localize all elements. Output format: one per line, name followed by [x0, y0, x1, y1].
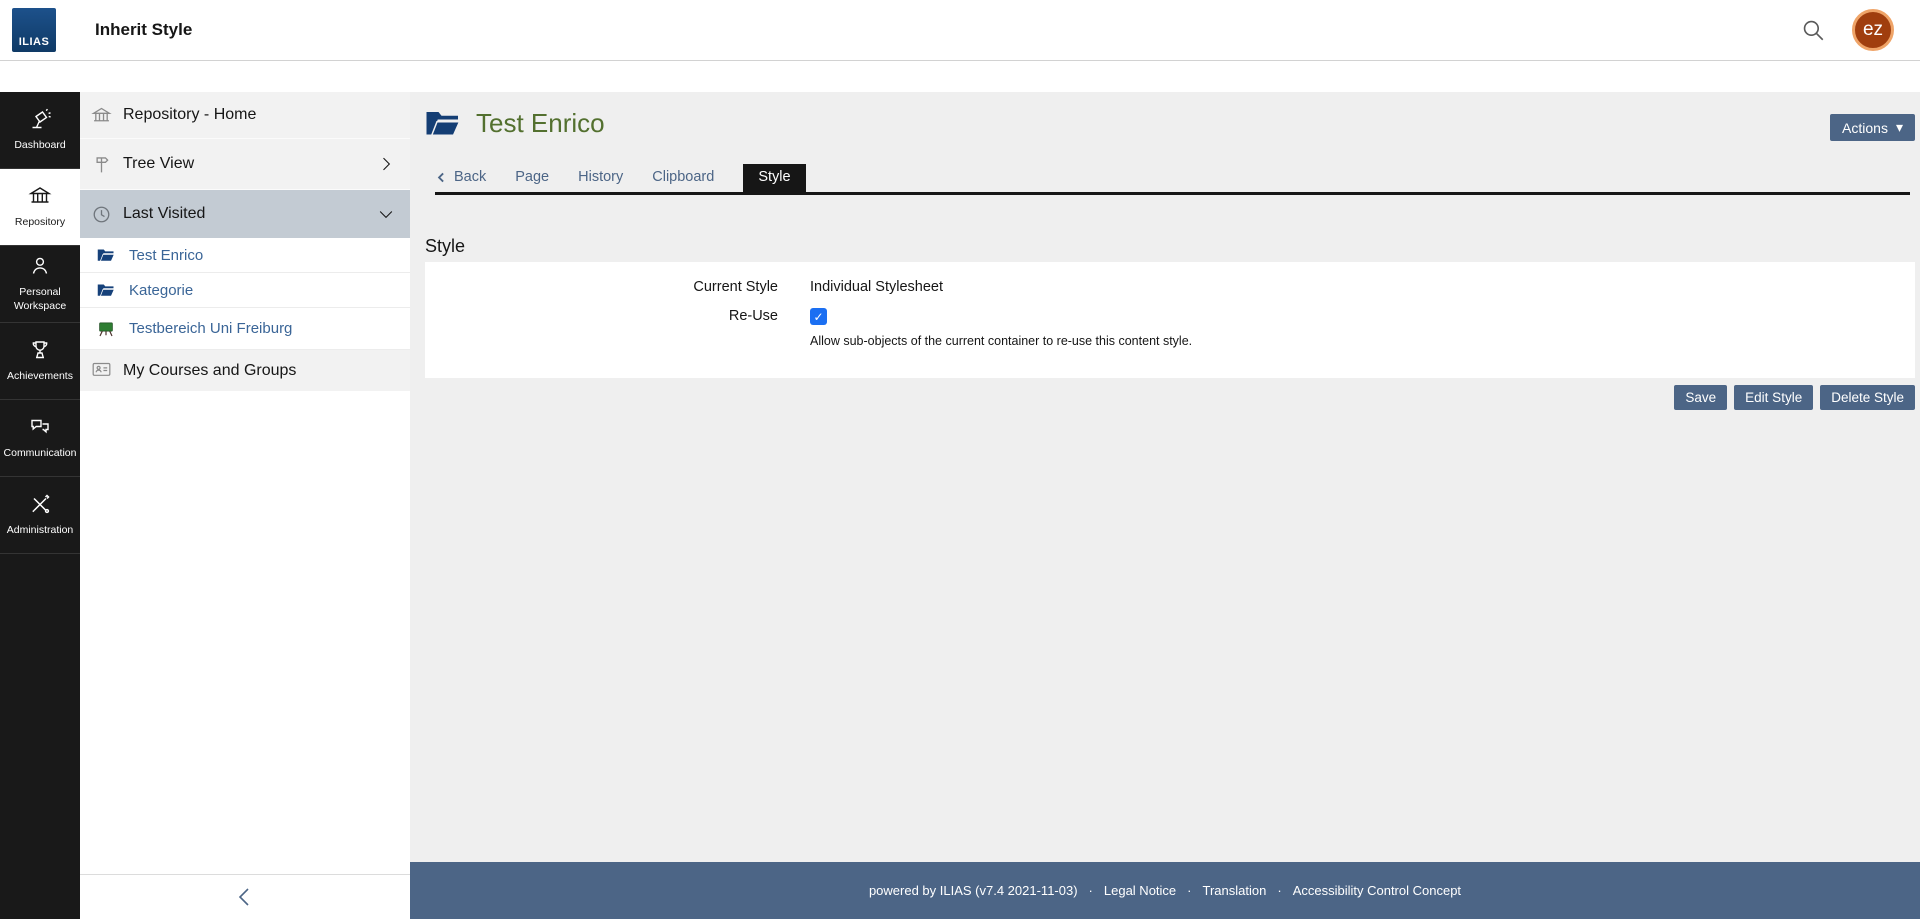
tab-style-active[interactable]: Style	[743, 164, 805, 192]
list-item-label: Test Enrico	[129, 247, 203, 264]
rail-item-dashboard[interactable]: Dashboard	[0, 92, 80, 169]
rail-label: Communication	[4, 447, 77, 461]
footer-separator: ·	[1277, 883, 1281, 898]
save-button[interactable]: Save	[1674, 385, 1727, 410]
sidebar-item-label: Last Visited	[123, 205, 205, 223]
rail-item-repository[interactable]: Repository	[0, 169, 80, 246]
crossed-tools-icon	[28, 492, 52, 516]
list-item-label: Testbereich Uni Freiburg	[129, 320, 292, 337]
repository-sidebar: Repository - Home Tree View Last Visi	[80, 92, 410, 919]
folder-icon	[425, 109, 461, 139]
tab-history[interactable]: History	[578, 165, 623, 192]
chevron-left-icon	[435, 171, 448, 184]
section-title: Style	[425, 236, 1920, 257]
footer-link-translation[interactable]: Translation	[1203, 883, 1267, 898]
object-header: Test Enrico Actions ▾ Back Page History	[410, 92, 1920, 195]
reuse-checkbox[interactable]: ✓	[810, 308, 827, 325]
field-label: Current Style	[425, 279, 810, 295]
reuse-description: Allow sub-objects of the current contain…	[810, 334, 1192, 348]
chevron-left-icon	[233, 885, 257, 909]
sidebar-item-tree-view[interactable]: Tree View	[80, 139, 410, 190]
edit-style-button[interactable]: Edit Style	[1734, 385, 1813, 410]
dashboard-lamp-icon	[28, 107, 52, 131]
rail-label: Dashboard	[14, 139, 65, 153]
folder-icon	[97, 248, 117, 263]
chevron-right-icon	[376, 154, 396, 174]
sidebar-item-last-visited[interactable]: Last Visited	[80, 190, 410, 238]
rail-label: Repository	[15, 216, 65, 230]
rail-item-administration[interactable]: Administration	[0, 477, 80, 554]
courses-icon	[90, 360, 112, 381]
sidebar-item-label: Tree View	[123, 155, 194, 173]
tab-bar: Back Page History Clipboard Style	[435, 164, 1910, 195]
delete-style-button[interactable]: Delete Style	[1820, 385, 1915, 410]
search-icon[interactable]	[1800, 17, 1826, 43]
trophy-icon	[28, 338, 52, 362]
sidebar-item-label: Repository - Home	[123, 106, 256, 124]
main-nav-rail: Dashboard Repository Personal Workspace	[0, 92, 80, 919]
style-form: Current Style Individual Stylesheet Re-U…	[425, 262, 1915, 378]
page-title: Inherit Style	[95, 20, 192, 40]
sidebar-item-my-courses[interactable]: My Courses and Groups	[80, 350, 410, 391]
sidebar-item-repository-home[interactable]: Repository - Home	[80, 92, 410, 139]
bank-icon	[90, 105, 112, 126]
form-row-current-style: Current Style Individual Stylesheet	[425, 279, 1915, 295]
rail-label: Personal Workspace	[3, 286, 77, 313]
rail-label: Achievements	[7, 370, 73, 384]
last-visited-item-testbereich[interactable]: Testbereich Uni Freiburg	[80, 308, 410, 350]
avatar[interactable]: ez	[1852, 9, 1894, 51]
chevron-down-icon	[376, 204, 396, 224]
main-content: Test Enrico Actions ▾ Back Page History	[410, 92, 1920, 919]
person-icon	[28, 254, 52, 278]
collapse-sidebar-button[interactable]	[80, 874, 410, 919]
rail-item-achievements[interactable]: Achievements	[0, 323, 80, 400]
sidebar-item-label: My Courses and Groups	[123, 362, 296, 380]
rail-item-communication[interactable]: Communication	[0, 400, 80, 477]
footer-separator: ·	[1089, 883, 1093, 898]
tab-clipboard[interactable]: Clipboard	[652, 165, 714, 192]
top-bar: ILIAS Inherit Style ez	[0, 0, 1920, 61]
chat-bubbles-icon	[28, 415, 52, 439]
signpost-icon	[90, 154, 112, 175]
object-title: Test Enrico	[476, 108, 605, 139]
rail-label: Administration	[7, 524, 74, 538]
footer: powered by ILIAS (v7.4 2021-11-03) · Leg…	[410, 862, 1920, 919]
field-label: Re-Use	[425, 308, 810, 348]
actions-button[interactable]: Actions ▾	[1830, 114, 1915, 141]
footer-link-legal-notice[interactable]: Legal Notice	[1104, 883, 1176, 898]
actions-label: Actions	[1842, 120, 1888, 136]
test-board-icon	[97, 320, 117, 337]
clock-icon	[90, 204, 112, 225]
footer-separator: ·	[1187, 883, 1191, 898]
powered-by-text: powered by ILIAS (v7.4 2021-11-03)	[869, 883, 1078, 898]
page-body: Dashboard Repository Personal Workspace	[0, 61, 1920, 919]
last-visited-item-test-enrico[interactable]: Test Enrico	[80, 238, 410, 273]
list-item-label: Kategorie	[129, 282, 193, 299]
repository-bank-icon	[28, 184, 52, 208]
rail-item-personal-workspace[interactable]: Personal Workspace	[0, 246, 80, 323]
current-style-value: Individual Stylesheet	[810, 279, 943, 295]
last-visited-item-kategorie[interactable]: Kategorie	[80, 273, 410, 308]
caret-down-icon: ▾	[1896, 119, 1903, 136]
folder-icon	[97, 283, 117, 298]
footer-link-accessibility[interactable]: Accessibility Control Concept	[1293, 883, 1461, 898]
topbar-actions: ez	[1800, 9, 1894, 51]
object-title-row: Test Enrico	[425, 108, 1915, 139]
tab-back[interactable]: Back	[435, 165, 486, 192]
tab-label: Back	[454, 169, 486, 185]
ilias-logo[interactable]: ILIAS	[12, 8, 56, 52]
tab-page[interactable]: Page	[515, 165, 549, 192]
form-row-reuse: Re-Use ✓ Allow sub-objects of the curren…	[425, 308, 1915, 348]
form-command-row: Save Edit Style Delete Style	[410, 385, 1915, 410]
